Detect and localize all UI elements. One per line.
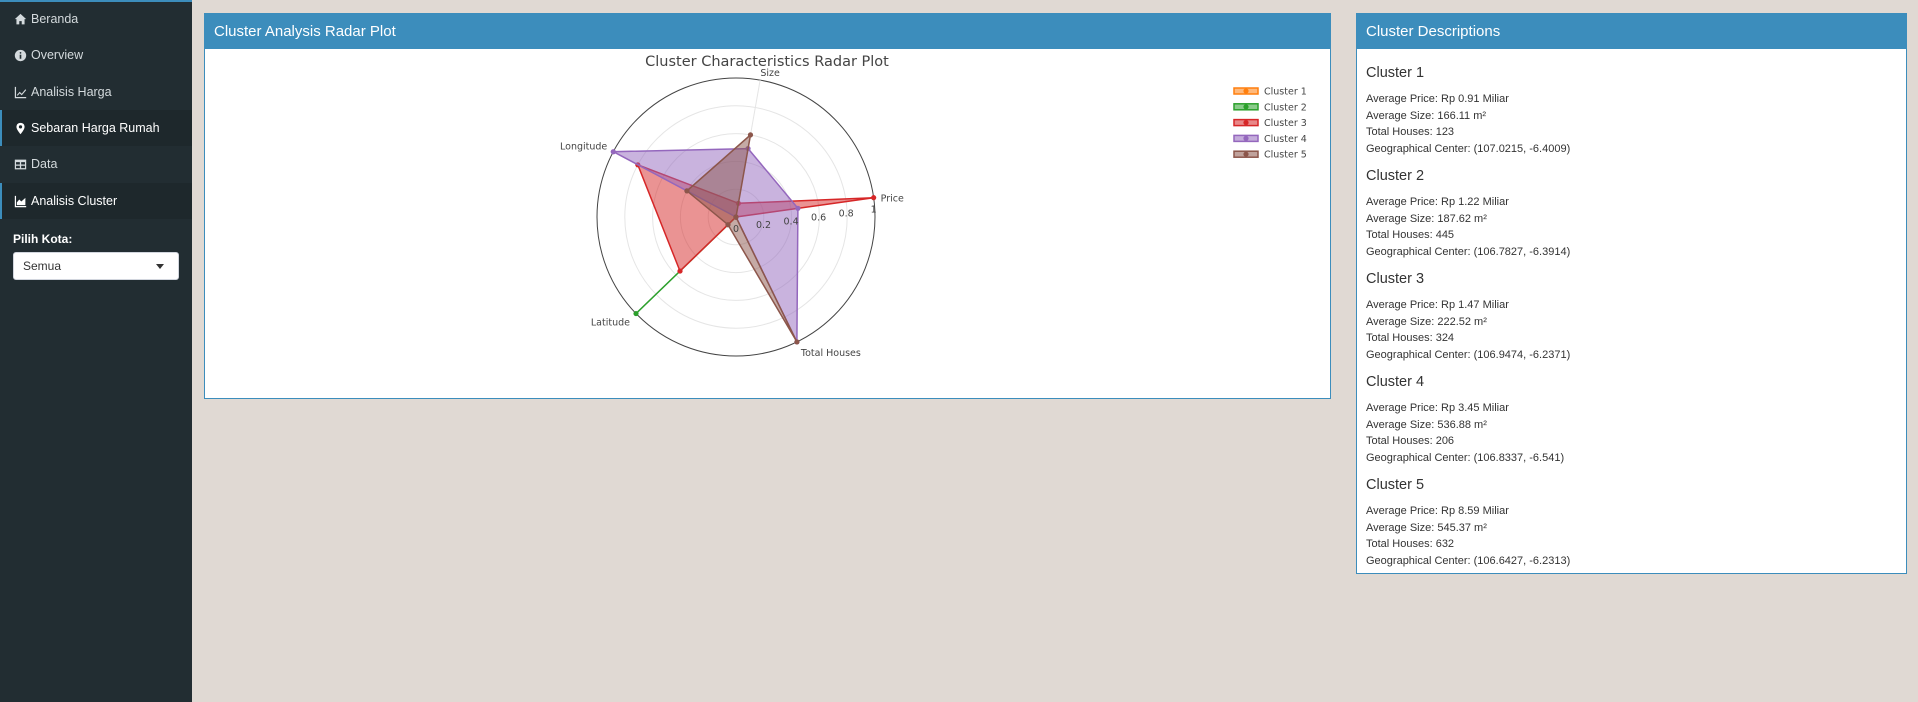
legend-item[interactable]: Cluster 1 [1233,87,1307,98]
city-select[interactable]: Semua [13,252,179,280]
axis-label: Longitude [560,142,607,153]
sidebar-item-overview[interactable]: Overview [0,37,192,73]
axis-label: Size [760,68,780,79]
sidebar-item-data[interactable]: Data [0,146,192,182]
sidebar-item-analisis-harga[interactable]: Analisis Harga [0,74,192,110]
data-point[interactable] [633,310,639,317]
chart-legend: Cluster 1 Cluster 2 Cluster 3 Cluster 4 Clus… [1233,87,1307,161]
radial-tick-label: 0.4 [784,216,799,227]
legend-item[interactable]: Cluster 4 [1233,134,1307,145]
data-point[interactable] [733,214,739,220]
cluster-total-houses: Total Houses: 632 [1366,538,1455,550]
cluster-description: Cluster 2 Average Price: Rp 1.22 Miliar … [1366,168,1897,268]
city-select-value: Semua [23,259,62,273]
radial-tick-label: 0.8 [839,209,854,220]
legend-item[interactable]: Cluster 5 [1233,150,1307,161]
radial-tick-label: 0 [733,224,739,235]
radar-plot-box: Cluster Analysis Radar Plot Cluster Char… [204,13,1331,399]
radar-box-title: Cluster Analysis Radar Plot [214,23,396,40]
cluster-title: Cluster 1 [1366,65,1425,81]
cluster-geo-center: Geographical Center: (107.0215, -6.4009) [1366,142,1571,155]
cluster-description: Cluster 1 Average Price: Rp 0.91 Miliar … [1366,65,1897,165]
sidebar: Beranda Overview Analisis Harga Sebaran … [0,0,192,702]
desc-box-title: Cluster Descriptions [1366,23,1501,40]
legend-marker [1243,120,1249,126]
data-point[interactable] [677,268,683,274]
home-icon [14,13,27,24]
cluster-title: Cluster 5 [1366,477,1425,493]
cluster-geo-center: Geographical Center: (106.6427, -6.2313) [1366,554,1571,567]
sidebar-item-label: Analisis Harga [31,85,112,99]
desc-box-header: Cluster Descriptions [1357,14,1906,49]
radial-tick-label: 1 [871,205,877,216]
area-chart-icon [14,195,27,207]
legend-marker [1243,88,1249,94]
axis-label: Total Houses [800,348,861,359]
sidebar-item-beranda[interactable]: Beranda [0,1,192,37]
cluster-total-houses: Total Houses: 324 [1366,332,1455,344]
legend-marker [1243,135,1249,141]
sidebar-item-label: Sebaran Harga Rumah [31,121,160,135]
sidebar-item-analisis-cluster[interactable]: Analisis Cluster [0,183,192,219]
cluster-average-size: Average Size: 166.11 m² [1366,109,1487,122]
axis-label: Latitude [591,318,630,329]
cluster-total-houses: Total Houses: 445 [1366,229,1455,241]
legend-label: Cluster 5 [1264,150,1307,161]
radial-tick-label: 0.6 [811,212,826,223]
map-marker-icon [16,122,25,134]
cluster-geo-center: Geographical Center: (106.7827, -6.3914) [1366,245,1571,258]
cluster-average-price: Average Price: Rp 8.59 Miliar [1366,505,1509,517]
data-point[interactable] [747,132,754,138]
legend-label: Cluster 4 [1264,134,1307,145]
cluster-title: Cluster 3 [1366,271,1425,287]
cluster-average-size: Average Size: 545.37 m² [1366,521,1487,534]
sidebar-item-label: Overview [31,48,84,62]
sidebar-item-sebaran-harga-rumah[interactable]: Sebaran Harga Rumah [0,110,192,146]
radar-box-header: Cluster Analysis Radar Plot [205,14,1330,49]
cluster-total-houses: Total Houses: 123 [1366,126,1455,138]
legend-marker [1243,104,1249,110]
cluster-average-size: Average Size: 222.52 m² [1366,315,1487,328]
city-filter-label: Pilih Kota: [13,232,73,246]
legend-marker [1243,151,1249,157]
cluster-average-price: Average Price: Rp 0.91 Miliar [1366,93,1509,105]
cluster-average-price: Average Price: Rp 3.45 Miliar [1366,402,1509,414]
legend-label: Cluster 3 [1264,118,1307,129]
cluster-average-size: Average Size: 536.88 m² [1366,418,1487,431]
data-point[interactable] [794,339,800,345]
cluster-average-size: Average Size: 187.62 m² [1366,212,1487,225]
sidebar-item-label: Analisis Cluster [31,194,118,208]
radar-chart[interactable]: Cluster Characteristics Radar Plot SizeP… [205,49,1330,398]
cluster-geo-center: Geographical Center: (106.9474, -6.2371) [1366,348,1571,361]
legend-label: Cluster 1 [1264,87,1307,98]
legend-item[interactable]: Cluster 2 [1233,102,1307,113]
sidebar-item-label: Beranda [31,12,79,26]
cluster-description: Cluster 5 Average Price: Rp 8.59 Miliar … [1366,477,1897,577]
legend-label: Cluster 2 [1264,102,1307,113]
data-point[interactable] [610,149,616,155]
data-point[interactable] [795,205,801,211]
cluster-description: Cluster 3 Average Price: Rp 1.47 Miliar … [1366,271,1897,371]
caret-down-icon [156,264,164,269]
data-point[interactable] [725,222,731,228]
desc-body: Cluster 1 Average Price: Rp 0.91 Miliar … [1357,49,1906,590]
cluster-title: Cluster 4 [1366,374,1425,390]
cluster-geo-center: Geographical Center: (106.8337, -6.541) [1366,451,1565,464]
cluster-average-price: Average Price: Rp 1.47 Miliar [1366,299,1509,311]
cluster-descriptions-box: Cluster Descriptions Cluster 1 Average P… [1356,13,1907,574]
cluster-title: Cluster 2 [1366,168,1425,184]
data-point[interactable] [871,195,877,201]
axis-label: Price [881,194,904,205]
line-chart-icon [14,86,27,98]
info-circle-icon [14,49,27,61]
legend-item[interactable]: Cluster 3 [1233,118,1307,129]
radial-tick-label: 0.2 [756,220,771,231]
cluster-total-houses: Total Houses: 206 [1366,435,1455,447]
cluster-average-price: Average Price: Rp 1.22 Miliar [1366,196,1509,208]
cluster-description: Cluster 4 Average Price: Rp 3.45 Miliar … [1366,374,1897,474]
data-point[interactable] [684,188,690,194]
table-icon [14,159,27,169]
sidebar-item-label: Data [31,157,58,171]
